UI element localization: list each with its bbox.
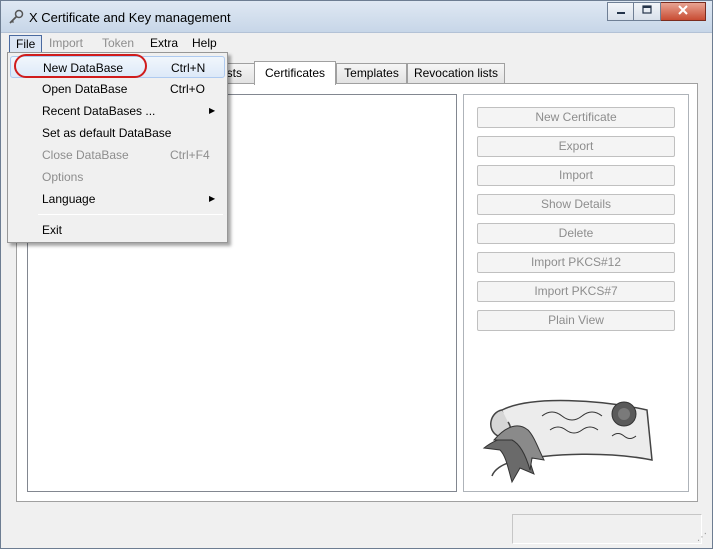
menu-item-language[interactable]: Language ▶ [10,188,225,210]
tab-certificates[interactable]: Certificates [254,61,336,85]
menu-item-label: Options [42,170,84,184]
menu-separator [38,214,223,215]
file-menu-dropdown: New DataBase Ctrl+N Open DataBase Ctrl+O… [7,52,228,243]
import-button[interactable]: Import [477,165,675,186]
menu-item-shortcut: Ctrl+O [170,82,206,96]
close-icon [678,5,688,18]
menu-item-label: Open DataBase [42,82,128,96]
title-bar[interactable]: X Certificate and Key management [1,1,712,33]
minimize-icon [616,5,626,18]
menu-token[interactable]: Token [96,35,140,53]
menu-item-shortcut: Ctrl+F4 [170,148,210,162]
certificate-actions: New Certificate Export Import Show Detai… [463,94,689,492]
menu-item-label: New DataBase [43,61,124,75]
menu-item-exit[interactable]: Exit [10,219,225,241]
maximize-icon [642,5,652,18]
menu-help[interactable]: Help [186,35,223,53]
minimize-button[interactable] [607,2,634,21]
show-details-button[interactable]: Show Details [477,194,675,215]
window-title: X Certificate and Key management [29,10,231,25]
import-pkcs7-button[interactable]: Import PKCS#7 [477,281,675,302]
status-cell [512,514,702,544]
menu-extra[interactable]: Extra [144,35,184,53]
tab-templates[interactable]: Templates [336,63,407,84]
import-pkcs12-button[interactable]: Import PKCS#12 [477,252,675,273]
key-icon [8,9,24,25]
menu-import[interactable]: Import [43,35,89,53]
menu-bar: File Import Token Extra Help [1,33,712,54]
menu-item-close-database[interactable]: Close DataBase Ctrl+F4 [10,144,225,166]
menu-item-label: Set as default DataBase [42,126,172,140]
submenu-arrow-icon: ▶ [209,106,216,115]
menu-item-set-default-database[interactable]: Set as default DataBase [10,122,225,144]
menu-file[interactable]: File [9,35,43,53]
delete-button[interactable]: Delete [477,223,675,244]
resize-grip-icon[interactable]: ⋰ [697,533,709,545]
plain-view-button[interactable]: Plain View [477,310,675,331]
new-certificate-button[interactable]: New Certificate [477,107,675,128]
menu-item-new-database[interactable]: New DataBase Ctrl+N [10,56,225,78]
menu-item-label: Exit [42,223,63,237]
tab-revocation-lists[interactable]: Revocation lists [407,63,505,84]
export-button[interactable]: Export [477,136,675,157]
menu-item-open-database[interactable]: Open DataBase Ctrl+O [10,78,225,100]
close-button[interactable] [661,2,706,21]
submenu-arrow-icon: ▶ [209,194,216,203]
menu-item-shortcut: Ctrl+N [171,61,206,75]
certificate-scroll-logo [472,390,662,490]
menu-item-label: Language [42,192,96,206]
menu-item-label: Recent DataBases ... [42,104,156,118]
maximize-button[interactable] [634,2,661,21]
menu-item-recent-databases[interactable]: Recent DataBases ... ▶ [10,100,225,122]
window-controls [607,2,706,21]
menu-item-label: Close DataBase [42,148,129,162]
status-bar: ⋰ [1,506,712,548]
menu-item-options[interactable]: Options [10,166,225,188]
